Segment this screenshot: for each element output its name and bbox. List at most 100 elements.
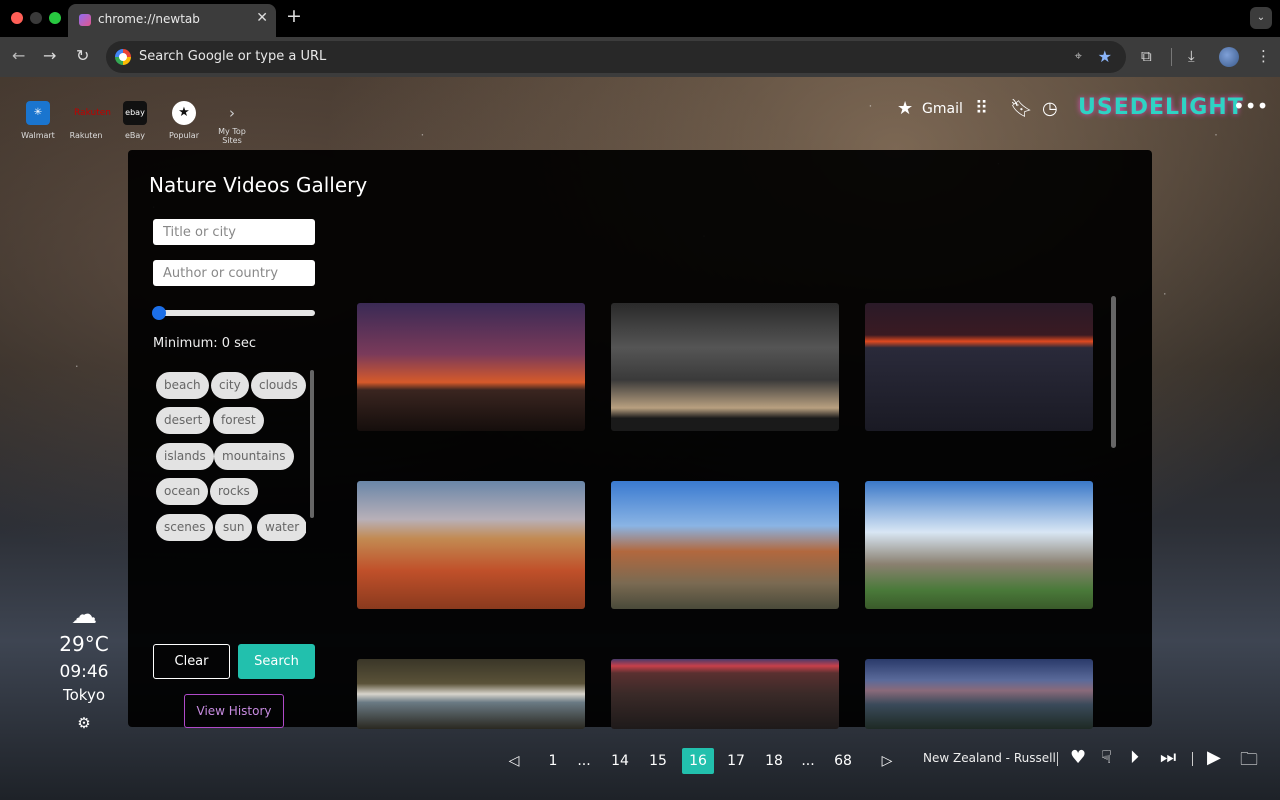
tab-search-button[interactable]: ⌄ [1250,7,1272,29]
prev-page-icon[interactable]: ◁ [504,748,524,774]
active-tab[interactable]: chrome://newtab ✕ [68,4,276,37]
shortcut-popular[interactable]: ★ Popular [160,101,208,140]
weather-temperature: 29°C [59,632,109,656]
bookmark-icon[interactable]: 🔖︎ [1010,98,1033,119]
title-search-input[interactable] [153,219,315,245]
video-icon[interactable]: ▶ [1207,747,1221,768]
video-thumbnail[interactable] [611,481,839,609]
video-thumbnail[interactable] [357,303,585,431]
tag-beach[interactable]: beach [156,372,209,399]
bookmark-star-icon[interactable]: ★ [1098,47,1112,66]
shortcut-label: Popular [169,131,199,140]
gmail-link[interactable]: Gmail [922,101,963,117]
next-page-icon[interactable]: ▷ [877,748,897,774]
page-link[interactable]: 18 [761,748,787,774]
footer-divider [1057,752,1058,766]
tab-strip: chrome://newtab ✕ + ⌄ [0,0,1280,37]
chevron-right-icon: › [229,104,235,122]
gallery-panel: Nature Videos Gallery Minimum: 0 sec bea… [128,150,1152,774]
thumbs-down-icon[interactable]: ☟ [1101,747,1112,768]
tag-mountains[interactable]: mountains [214,443,294,470]
page-link[interactable]: 17 [723,748,749,774]
shortcut-label: Rakuten [69,131,103,140]
page-link[interactable]: 14 [607,748,633,774]
add-folder-icon[interactable]: 🗀 [1240,747,1258,777]
page-ellipsis: ... [801,753,815,769]
extensions-icon[interactable]: ⧉ [1141,47,1152,65]
google-icon [115,49,131,65]
video-thumbnail[interactable] [357,659,585,729]
tag-list-scrollbar[interactable] [310,370,314,518]
video-thumbnail[interactable] [865,303,1093,431]
tag-scenes[interactable]: scenes [156,514,214,541]
page-link[interactable]: 15 [645,748,671,774]
gear-icon[interactable]: ⚙ [44,714,124,732]
usedelight-logo[interactable]: USEDELIGHT [1078,95,1244,120]
background-credit[interactable]: New Zealand - Russell [923,751,1056,765]
page-ellipsis: ... [577,753,591,769]
toolbar-divider [1171,48,1172,66]
shortcut-ebay[interactable]: ebay eBay [111,101,159,140]
video-thumbnail[interactable] [611,303,839,431]
page-link[interactable]: 68 [830,748,856,774]
reload-icon[interactable]: ↻ [76,46,89,65]
rakuten-icon: Rakuten [74,108,111,118]
ebay-icon: ebay [123,101,147,125]
minimum-duration-label: Minimum: 0 sec [153,336,257,351]
clear-button[interactable]: Clear [153,644,230,679]
tab-close-icon[interactable]: ✕ [256,10,268,26]
back-icon[interactable]: ← [12,46,25,65]
star-icon[interactable]: ★ [897,98,913,119]
location-pin-icon[interactable]: ⌖ [1075,49,1082,64]
video-thumbnail[interactable] [357,481,585,609]
view-history-button[interactable]: View History [184,694,284,728]
star-icon: ★ [172,101,196,125]
skip-next-icon[interactable]: ⏭ [1160,747,1176,768]
gallery-scrollbar[interactable] [1111,296,1116,448]
apps-grid-icon[interactable]: ⠿ [975,98,988,119]
footer-divider [1192,752,1193,766]
browser-toolbar: ← → ↻ Search Google or type a URL ⌖ ★ ⧉ … [0,37,1280,77]
tag-desert[interactable]: desert [156,407,211,434]
forward-icon[interactable]: → [43,46,56,65]
address-placeholder: Search Google or type a URL [139,49,327,64]
weather-city: Tokyo [63,686,105,704]
tag-forest[interactable]: forest [213,407,264,434]
close-window-button[interactable] [11,12,23,24]
menu-kebab-icon[interactable]: ⋮ [1256,47,1271,65]
tag-city[interactable]: city [211,372,249,399]
duration-slider[interactable] [153,310,315,316]
video-thumbnail[interactable] [611,659,839,729]
shortcut-rakuten[interactable]: Rakuten Rakuten [62,101,111,140]
history-clock-icon[interactable]: ◷ [1042,98,1058,119]
more-options-icon[interactable]: ••• [1233,94,1268,118]
shortcut-walmart[interactable]: ✳ Walmart [14,101,62,140]
page-link[interactable]: 1 [545,748,561,774]
heart-icon[interactable]: ♥ [1070,747,1086,768]
author-search-input[interactable] [153,260,315,286]
play-icon[interactable]: ⏵ [1130,747,1139,768]
download-icon[interactable]: ⤓ [1188,47,1195,65]
shortcut-my-top-sites[interactable]: › My Top Sites [208,101,256,145]
tag-islands[interactable]: islands [156,443,214,470]
profile-avatar[interactable] [1219,47,1239,67]
video-thumbnail[interactable] [865,481,1093,609]
cloud-icon: ☁ [71,600,97,630]
minimize-window-button[interactable] [30,12,42,24]
tag-list: beach city clouds desert forest islands … [156,372,306,547]
tag-sun[interactable]: sun [215,514,253,541]
page-link-current[interactable]: 16 [682,748,714,774]
tag-rocks[interactable]: rocks [210,478,258,505]
shortcut-label: eBay [124,131,146,140]
new-tab-button[interactable]: + [286,5,302,27]
tag-water[interactable]: water [257,514,306,541]
tag-ocean[interactable]: ocean [156,478,209,505]
video-thumbnail[interactable] [865,659,1093,729]
maximize-window-button[interactable] [49,12,61,24]
address-bar[interactable]: Search Google or type a URL ⌖ ★ [106,41,1126,73]
search-button[interactable]: Search [238,644,315,679]
duration-slider-handle[interactable] [152,306,166,320]
clock-time: 09:46 [59,662,109,682]
new-tab-page: ✳ Walmart Rakuten Rakuten ebay eBay ★ Po… [0,77,1280,800]
tag-clouds[interactable]: clouds [251,372,306,399]
